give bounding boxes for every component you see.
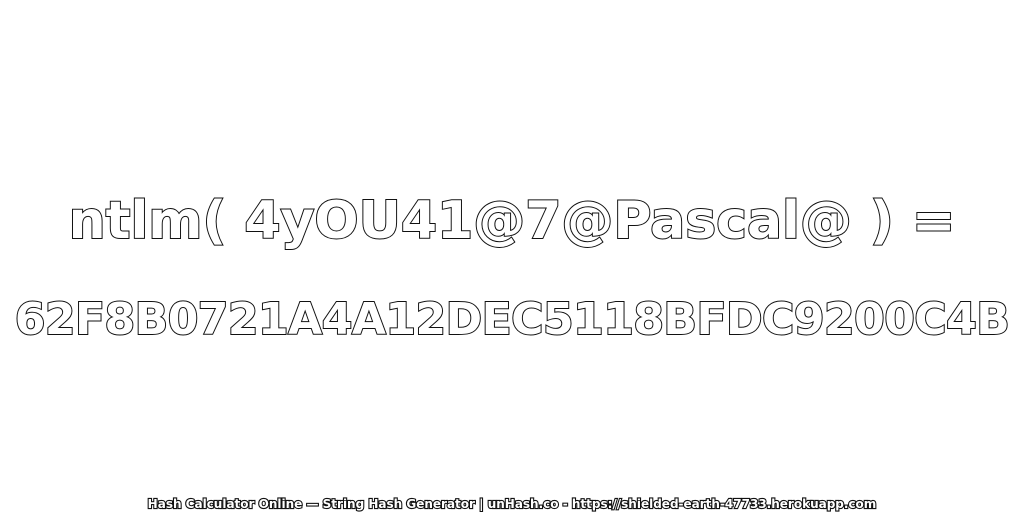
hash-result: 62F8B0721A4A12DEC5118BFDC9200C4B — [14, 293, 1011, 346]
hash-expression: ntlm( 4yOU41@7@Pascal@ ) = — [68, 190, 957, 252]
footer-credit: Hash Calculator Online — String Hash Gen… — [147, 496, 878, 512]
